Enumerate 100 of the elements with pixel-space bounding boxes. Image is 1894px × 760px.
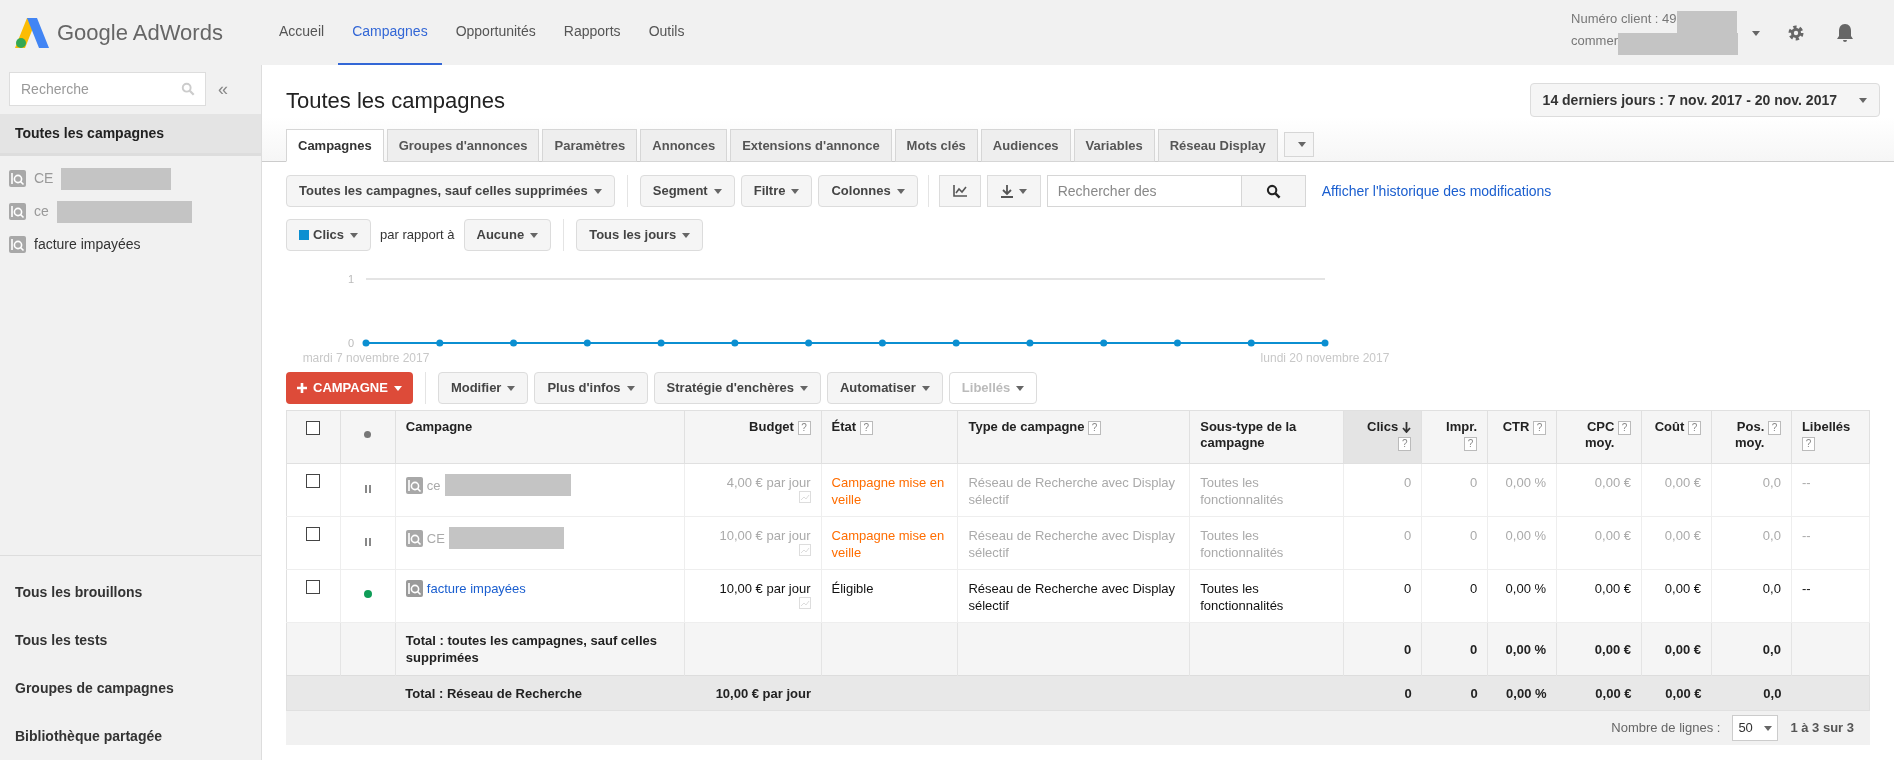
toolbar-dropdown[interactable]: Colonnes [818, 175, 918, 207]
tab[interactable]: Réseau Display [1157, 129, 1278, 162]
sidebar-item[interactable]: Toutes les campagnes [0, 114, 261, 156]
help-icon[interactable]: ? [1687, 420, 1701, 435]
help-icon[interactable]: ? [1398, 436, 1412, 451]
table-cell: 0 [1403, 528, 1412, 543]
search-icon [1265, 183, 1281, 199]
toolbar-dropdown[interactable]: Filtre [740, 175, 813, 207]
tab[interactable]: Annonces [640, 129, 728, 162]
select-all-checkbox[interactable] [306, 421, 321, 435]
data-point [1100, 339, 1108, 347]
help-icon[interactable]: ? [1533, 420, 1547, 435]
download-button[interactable] [986, 175, 1041, 207]
sidebar-link[interactable]: Tous les brouillons [0, 568, 261, 616]
sidebar-campaign[interactable]: facture impayées [34, 234, 141, 255]
tab[interactable]: Variables [1073, 129, 1155, 162]
period-dropdown[interactable]: Tous les jours [576, 219, 704, 251]
help-icon[interactable]: ? [1088, 420, 1102, 435]
axis-tick-label: 0 [347, 337, 354, 349]
total-cell: Total : Réseau de Recherche [405, 685, 583, 701]
sidebar-search-field[interactable]: Recherche [9, 72, 206, 106]
action-dropdown[interactable]: Stratégie d'enchères [653, 372, 821, 404]
trend-chart-icon [798, 491, 811, 503]
nav-tab[interactable]: Rapports [549, 0, 635, 65]
download-icon [1000, 184, 1013, 198]
data-point [731, 339, 739, 347]
column-header[interactable]: Clics [1367, 419, 1399, 434]
row-checkbox[interactable] [306, 474, 321, 488]
table-cell: 0,00 € [1664, 475, 1701, 490]
notification-bell-icon[interactable] [1836, 22, 1854, 43]
caret-icon [896, 188, 905, 194]
tab[interactable]: Groupes d'annonces [386, 129, 540, 162]
caret-icon [791, 188, 800, 194]
line-chart-icon [952, 185, 967, 197]
nav-tab[interactable]: Outils [634, 0, 699, 65]
compare-dropdown[interactable]: Aucune [463, 219, 552, 251]
filter-dropdown[interactable]: Toutes les campagnes, sauf celles supprimées [286, 175, 615, 207]
search-campaign-icon [9, 203, 26, 220]
table-cell: -- [1801, 475, 1811, 490]
help-icon[interactable]: ? [797, 420, 811, 435]
table-cell: 0 [1403, 581, 1412, 596]
caret-icon [350, 232, 359, 238]
logo-icon [15, 17, 49, 48]
total-cell: 0 [1470, 685, 1478, 701]
row-checkbox[interactable] [306, 527, 321, 541]
table-cell: Toutes les fonctionnalités [1200, 475, 1284, 507]
campaign-name[interactable]: facture impayées [426, 580, 526, 597]
tab[interactable]: Paramètres [542, 129, 638, 162]
help-icon[interactable]: ? [1767, 420, 1781, 435]
history-link[interactable]: Afficher l'historique des modifications [1321, 180, 1552, 202]
table-search-field[interactable]: Rechercher des [1046, 175, 1242, 207]
metric-dropdown[interactable]: Clics [286, 219, 372, 251]
column-header[interactable]: Type de campagne [968, 419, 1085, 434]
toolbar-dropdown[interactable]: Segment [639, 175, 735, 207]
column-header[interactable]: État [831, 419, 857, 434]
sidebar-link[interactable]: Bibliothèque partagée [0, 712, 261, 760]
help-icon[interactable]: ? [1464, 436, 1478, 451]
caret-icon [1016, 385, 1025, 391]
action-dropdown[interactable]: Plus d'infos [534, 372, 648, 404]
column-header[interactable]: CPC moy. [1578, 419, 1615, 451]
column-header[interactable]: Campagne [405, 419, 473, 434]
action-dropdown[interactable]: Modifier [437, 372, 529, 404]
help-icon[interactable]: ? [1801, 436, 1815, 451]
nav-tab[interactable]: Accueil [265, 0, 339, 65]
column-header[interactable]: Libellés [1801, 419, 1851, 434]
tab[interactable]: Mots clés [894, 129, 978, 162]
help-icon[interactable]: ? [1618, 420, 1631, 435]
rows-per-page-select[interactable]: 50 [1732, 715, 1779, 741]
column-header[interactable]: Coût [1654, 419, 1685, 434]
data-point [952, 339, 960, 347]
new-campaign-button[interactable]: CAMPAGNE [286, 372, 413, 404]
column-header[interactable]: CTR [1502, 419, 1530, 434]
search-campaign-icon [9, 236, 26, 253]
search-button[interactable] [1241, 175, 1306, 207]
sidebar-link[interactable]: Tous les tests [0, 616, 261, 664]
chart-toggle-button[interactable] [938, 175, 981, 207]
date-range-button[interactable]: 14 derniers jours : 7 nov. 2017 - 20 nov. 2017 [1529, 83, 1880, 117]
tab[interactable]: Campagnes [286, 129, 384, 162]
more-tabs-button[interactable] [1283, 132, 1314, 157]
total-cell: 0 [1403, 641, 1412, 657]
tab[interactable]: Extensions d'annonce [730, 129, 892, 162]
total-cell: 0,0 [1762, 641, 1781, 657]
table-cell: -- [1801, 581, 1811, 596]
action-dropdown[interactable]: Automatiser [826, 372, 943, 404]
data-point [436, 339, 444, 347]
tab[interactable]: Audiences [980, 129, 1071, 162]
nav-tab[interactable]: Opportunités [441, 0, 550, 65]
total-cell: 0 [1469, 641, 1478, 657]
data-point [1173, 339, 1181, 347]
column-header[interactable]: Pos. moy. [1728, 419, 1765, 451]
column-header[interactable]: Budget [749, 419, 794, 434]
table-cell: 0 [1403, 475, 1412, 490]
logo-text: Google AdWords [57, 19, 223, 47]
help-icon[interactable]: ? [859, 420, 873, 435]
caret-icon [1752, 30, 1760, 36]
row-checkbox[interactable] [306, 580, 321, 594]
table-cell: Campagne mise en veille [831, 528, 945, 560]
column-header[interactable]: Impr. [1446, 419, 1478, 434]
sidebar-link[interactable]: Groupes de campagnes [0, 664, 261, 712]
caret-icon [507, 385, 516, 391]
